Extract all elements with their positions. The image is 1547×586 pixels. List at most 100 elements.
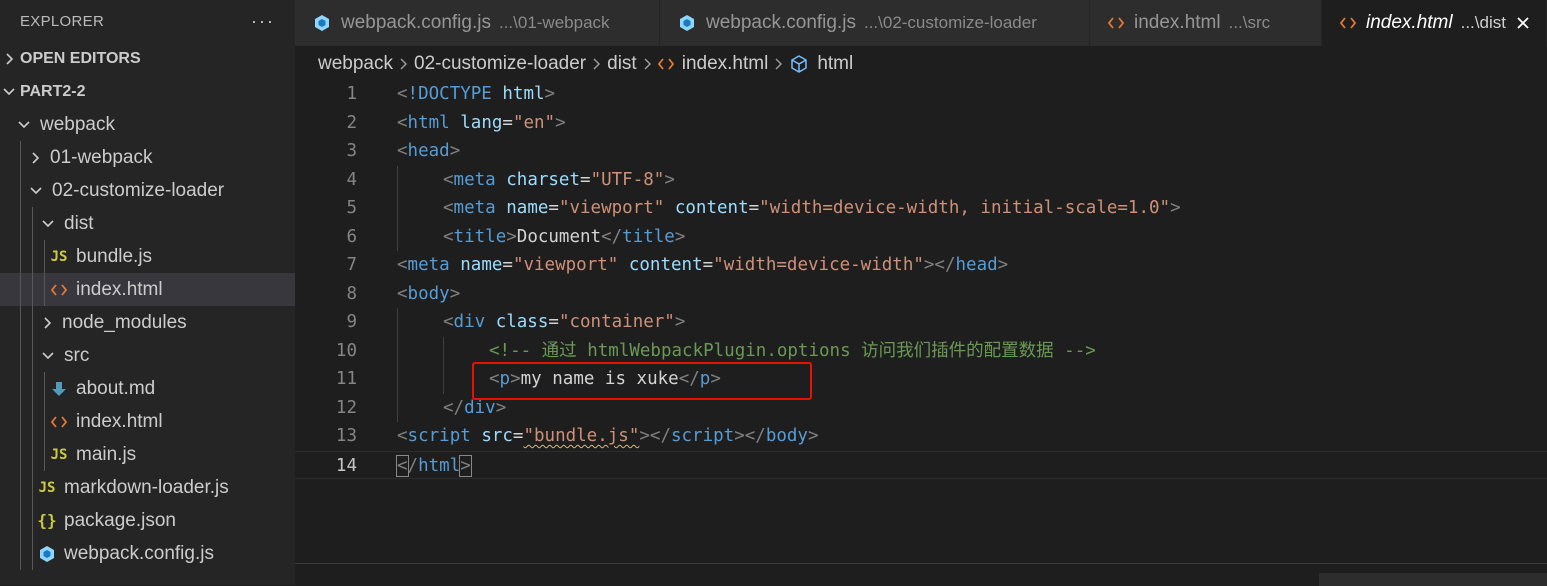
code-line[interactable]: 8 <body> <box>295 280 1547 309</box>
code-line[interactable]: 10 <!-- 通过 htmlWebpackPlugin.options 访问我们… <box>295 336 1547 365</box>
code-token: ></ <box>734 426 766 446</box>
tree-item[interactable]: webpack.config.js <box>0 537 295 570</box>
indent-guide <box>397 165 398 194</box>
code-line[interactable]: 1 <!DOCTYPE html> <box>295 80 1547 109</box>
indent-guide <box>20 405 21 438</box>
tree-item[interactable]: {} package.json <box>0 504 295 537</box>
code-text: <meta charset="UTF-8"> <box>443 166 675 195</box>
chevron-down-icon <box>42 219 54 229</box>
code-token: head <box>955 255 998 275</box>
tree-item-label: bundle.js <box>76 245 153 267</box>
chevron-down-icon <box>42 351 54 361</box>
indent-guide <box>44 405 45 438</box>
code-token: > <box>555 112 566 133</box>
tree-item[interactable]: dist <box>0 207 295 240</box>
workspace-section[interactable]: PART2-2 <box>0 75 295 108</box>
breadcrumb-item[interactable]: html <box>789 53 853 75</box>
code-line[interactable]: 14 </html> <box>295 450 1547 479</box>
code-editor[interactable]: 1 <!DOCTYPE html> 2 <html lang="en"> 3 <head>… <box>295 80 1547 479</box>
indent-guide <box>20 273 21 306</box>
chevron-down-icon <box>3 86 15 98</box>
code-token: name <box>460 255 503 275</box>
line-number: 9 <box>346 312 357 332</box>
code-token: title <box>453 226 507 247</box>
code-token: html <box>418 455 461 476</box>
indent-guide <box>44 372 45 405</box>
code-text: <body> <box>397 280 460 309</box>
tree-item[interactable]: about.md <box>0 372 295 405</box>
line-number: 3 <box>346 141 357 161</box>
close-icon[interactable] <box>1516 16 1530 30</box>
breadcrumb-label: html <box>817 53 854 74</box>
chevron-down-icon <box>18 120 30 130</box>
indent-guide <box>397 393 398 422</box>
indent-guide <box>20 504 21 537</box>
code-token: "container" <box>558 312 675 332</box>
chevron-down-icon <box>30 186 42 196</box>
tree-item[interactable]: index.html <box>0 273 295 306</box>
code-token: > <box>449 141 461 161</box>
indent-guide <box>32 207 33 240</box>
code-token: "bundle.js" <box>523 426 640 446</box>
breadcrumb-item[interactable]: dist <box>607 53 637 75</box>
annotation-highlight-box <box>472 362 812 400</box>
markdown-file-icon <box>48 381 70 397</box>
more-actions-icon[interactable]: ··· <box>251 11 275 32</box>
chevron-right-icon <box>592 57 601 71</box>
breadcrumb-item[interactable]: 02-customize-loader <box>414 53 586 75</box>
code-line[interactable]: 4 <meta charset="UTF-8"> <box>295 165 1547 195</box>
breadcrumb-label: dist <box>607 53 637 74</box>
code-token: = <box>548 312 559 332</box>
tree-item[interactable]: webpack <box>0 108 295 141</box>
editor-tab[interactable]: webpack.config.js ...\01-webpack <box>295 0 660 46</box>
open-editors-section[interactable]: OPEN EDITORS <box>0 42 295 75</box>
webpack-icon <box>36 545 58 563</box>
code-line[interactable]: 2 <html lang="en"> <box>295 109 1547 138</box>
html-file-icon <box>48 283 70 297</box>
tree-item[interactable]: 01-webpack <box>0 141 295 174</box>
js-file-icon: JS <box>50 446 68 463</box>
code-line[interactable]: 3 <head> <box>295 137 1547 166</box>
code-line[interactable]: 5 <meta name="viewport" content="width=de… <box>295 194 1547 223</box>
file-tree: webpack 01-webpack 02-customize-loader dist… <box>0 108 295 570</box>
tab-name: webpack.config.js <box>341 12 491 33</box>
code-token: = <box>502 112 513 133</box>
tab-path: ...\dist <box>1460 13 1506 32</box>
tree-item[interactable]: JS main.js <box>0 438 295 471</box>
code-token: < <box>443 198 454 218</box>
code-line[interactable]: 9 <div class="container"> <box>295 308 1547 337</box>
code-token: < <box>397 283 408 304</box>
tree-item[interactable]: src <box>0 339 295 372</box>
code-line[interactable]: 13 <script src="bundle.js"></script></bod… <box>295 422 1547 451</box>
code-token: < <box>397 112 408 133</box>
code-token: < <box>397 255 408 275</box>
code-token: body <box>407 283 450 304</box>
code-text: <meta name="viewport" content="width=dev… <box>443 194 1181 223</box>
code-line[interactable]: 7 <meta name="viewport" content="width=de… <box>295 251 1547 280</box>
breadcrumb-item[interactable]: index.html <box>657 53 768 75</box>
editor-tab[interactable]: index.html ...\dist <box>1322 0 1547 46</box>
tree-item[interactable]: JS bundle.js <box>0 240 295 273</box>
line-number: 6 <box>346 226 357 247</box>
indent-guide <box>20 207 21 240</box>
line-number: 13 <box>335 426 357 446</box>
line-number: 12 <box>335 397 357 418</box>
indent-guide <box>397 365 398 394</box>
tree-item[interactable]: index.html <box>0 405 295 438</box>
indent-guide <box>32 405 33 438</box>
indent-guide <box>32 471 33 504</box>
tree-item[interactable]: JS markdown-loader.js <box>0 471 295 504</box>
indent-guide <box>20 372 21 405</box>
html-icon <box>1340 16 1356 30</box>
breadcrumb-item[interactable]: webpack <box>318 53 393 75</box>
code-token: > <box>449 283 461 304</box>
editor-tab[interactable]: index.html ...\src <box>1090 0 1322 46</box>
editor-tab[interactable]: webpack.config.js ...\02-customize-loader <box>660 0 1090 46</box>
code-line[interactable]: 6 <title>Document</title> <box>295 222 1547 251</box>
tree-item[interactable]: 02-customize-loader <box>0 174 295 207</box>
tab-name: index.html <box>1134 12 1221 33</box>
code-token: < <box>443 312 454 332</box>
tree-item[interactable]: node_modules <box>0 306 295 339</box>
